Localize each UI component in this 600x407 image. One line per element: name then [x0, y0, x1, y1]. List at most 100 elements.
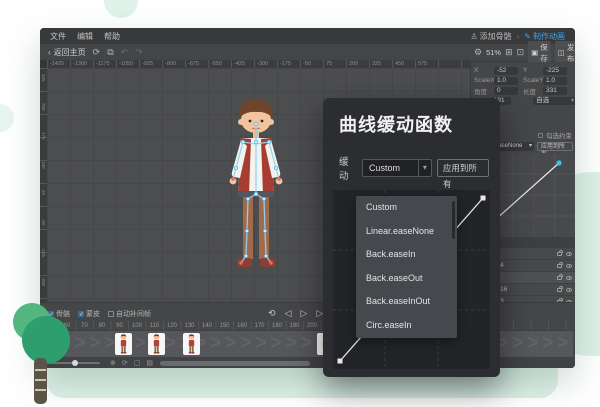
- ruler-top-label: 450: [395, 61, 404, 67]
- save-button[interactable]: ▣ 保存: [528, 41, 551, 65]
- timeline-scrollbar[interactable]: [160, 361, 310, 366]
- lock-icon[interactable]: [557, 288, 562, 292]
- lock-icon[interactable]: [557, 252, 562, 256]
- easing-option[interactable]: Back.easeOut: [356, 267, 457, 291]
- property-select[interactable]: 自选▾: [533, 97, 575, 105]
- property-value-field[interactable]: 331: [543, 87, 567, 95]
- constraint-checkbox[interactable]: [538, 133, 543, 138]
- timeline-toggle[interactable]: 自动补间帧: [108, 309, 151, 319]
- easing-option[interactable]: Custom: [356, 196, 457, 220]
- ruler-top-label: -1175: [96, 61, 110, 67]
- frame-number: 80: [94, 323, 110, 329]
- duplicate-icon[interactable]: ⧉: [107, 48, 113, 57]
- easing-option[interactable]: Back.easeInOut: [356, 290, 457, 314]
- ruler-corner: [40, 60, 47, 68]
- refresh-icon[interactable]: ⟳: [93, 48, 101, 57]
- panel-apply-all-button[interactable]: 应用到所有: [537, 142, 573, 151]
- apply-all-button[interactable]: 应用到所有: [437, 159, 489, 177]
- decor-circle-left: [0, 104, 14, 132]
- property-label: ScaleY: [520, 77, 543, 84]
- decor-tree: [10, 296, 72, 406]
- ruler-left-label: 100: [41, 161, 46, 169]
- ruler-top-label: -175: [280, 61, 291, 67]
- list-scrollbar[interactable]: [452, 201, 455, 239]
- curve-handle-end: [481, 196, 486, 201]
- decor-circle-top: [104, 0, 138, 18]
- prev-frame-icon[interactable]: ◁: [285, 309, 292, 318]
- playback-controls: ⟲◁▷▷▏: [268, 306, 330, 321]
- easing-label: 缓动: [339, 154, 357, 182]
- redo-icon[interactable]: ↷: [135, 48, 143, 57]
- eye-icon[interactable]: [566, 276, 572, 280]
- undo-icon[interactable]: ↶: [121, 48, 129, 57]
- ruler-top-label: 200: [349, 61, 358, 67]
- lock-icon[interactable]: [557, 264, 562, 268]
- property-label: 长度: [520, 86, 543, 96]
- gear-icon[interactable]: ⚙: [474, 48, 482, 57]
- easing-option[interactable]: Circ.easeIn: [356, 314, 457, 338]
- frame-number: 90: [112, 323, 128, 329]
- chevron-down-icon: ▾: [418, 160, 431, 176]
- publish-button[interactable]: ◫ 发布: [555, 41, 575, 65]
- menu-item[interactable]: 编辑: [77, 31, 93, 42]
- eye-icon[interactable]: [566, 264, 572, 268]
- play-icon[interactable]: ▷: [300, 309, 307, 318]
- property-row: 角度0长度331: [471, 86, 575, 95]
- character-illustration[interactable]: [196, 86, 316, 286]
- menu-item[interactable]: 文件: [50, 31, 66, 42]
- frame-number: 200: [304, 323, 320, 329]
- frame-box-icon[interactable]: ▢: [134, 360, 141, 367]
- add-icon[interactable]: ⊕: [110, 360, 116, 367]
- loop-icon[interactable]: ⟲: [268, 309, 276, 318]
- ruler-top-label: 325: [372, 61, 381, 67]
- keyframe-thumbnail[interactable]: [115, 333, 132, 355]
- timeline-toggle[interactable]: ✓蒙皮: [78, 309, 100, 319]
- vertical-ruler: 32525017510025-50-125-200: [40, 68, 47, 302]
- keyframe-thumbnail[interactable]: [183, 333, 200, 355]
- easing-option[interactable]: Linear.easeNone: [356, 220, 457, 244]
- eye-icon[interactable]: [566, 252, 572, 256]
- popup-easing-row: 缓动 Custom ▾ 应用到所有: [339, 158, 489, 177]
- ruler-top-label: -425: [234, 61, 245, 67]
- keyframe-thumbnail[interactable]: [148, 333, 165, 355]
- ruler-left-label: 325: [41, 74, 46, 82]
- ruler-top-label: -50: [303, 61, 311, 67]
- back-home-button[interactable]: ‹ 返回主页: [48, 47, 86, 58]
- add-skeleton-step[interactable]: ♙ 添加骨骼: [470, 31, 511, 42]
- curve-handle-cyan: [556, 160, 561, 165]
- property-value-field[interactable]: -52: [494, 67, 518, 75]
- zoom-level[interactable]: 51%: [486, 48, 501, 57]
- property-label: Y: [520, 67, 543, 74]
- toggle-label: 自动补间帧: [116, 309, 151, 319]
- frame-number: 120: [164, 323, 180, 329]
- zoom-in-icon[interactable]: ⊞: [505, 48, 513, 57]
- skeleton-icon: ♙: [470, 32, 477, 41]
- slider-handle[interactable]: [72, 360, 78, 366]
- menu-item[interactable]: 帮助: [104, 31, 120, 42]
- property-value-field[interactable]: 1.0: [494, 77, 518, 85]
- property-row: ScaleX1.0ScaleY1.0: [471, 76, 575, 85]
- toggle-label: 蒙皮: [86, 309, 100, 319]
- frame-number: 110: [147, 323, 163, 329]
- property-row: X-52Y-225: [471, 66, 575, 75]
- property-value-field[interactable]: -225: [543, 67, 567, 75]
- delete-icon[interactable]: ▤: [146, 360, 153, 367]
- lock-icon[interactable]: [557, 276, 562, 280]
- popup-title: 曲线缓动函数: [339, 111, 453, 137]
- ruler-left-label: -200: [41, 277, 46, 286]
- reset-icon[interactable]: ⟳: [122, 360, 128, 367]
- menu-bar: 文件编辑帮助 ♙ 添加骨骼 › ✎ 制作动画: [40, 28, 575, 44]
- make-animation-step[interactable]: ✎ 制作动画: [524, 31, 565, 42]
- frame-number: 190: [287, 323, 303, 329]
- ruler-left-label: -50: [41, 219, 46, 226]
- property-value-field[interactable]: 1.0: [543, 77, 567, 85]
- frame-number: 130: [182, 323, 198, 329]
- easing-select[interactable]: Custom ▾: [362, 159, 432, 177]
- property-value-field[interactable]: 0: [494, 87, 518, 95]
- fit-screen-icon[interactable]: ⊡: [517, 48, 525, 57]
- menu-items: 文件编辑帮助: [50, 31, 131, 42]
- curve-handle-start: [338, 359, 343, 364]
- view-toolbar: ⚙ 51% ⊞ ⊡ ▣ 保存 ◫ 发布: [470, 44, 575, 62]
- eye-icon[interactable]: [566, 288, 572, 292]
- easing-option[interactable]: Back.easeIn: [356, 243, 457, 267]
